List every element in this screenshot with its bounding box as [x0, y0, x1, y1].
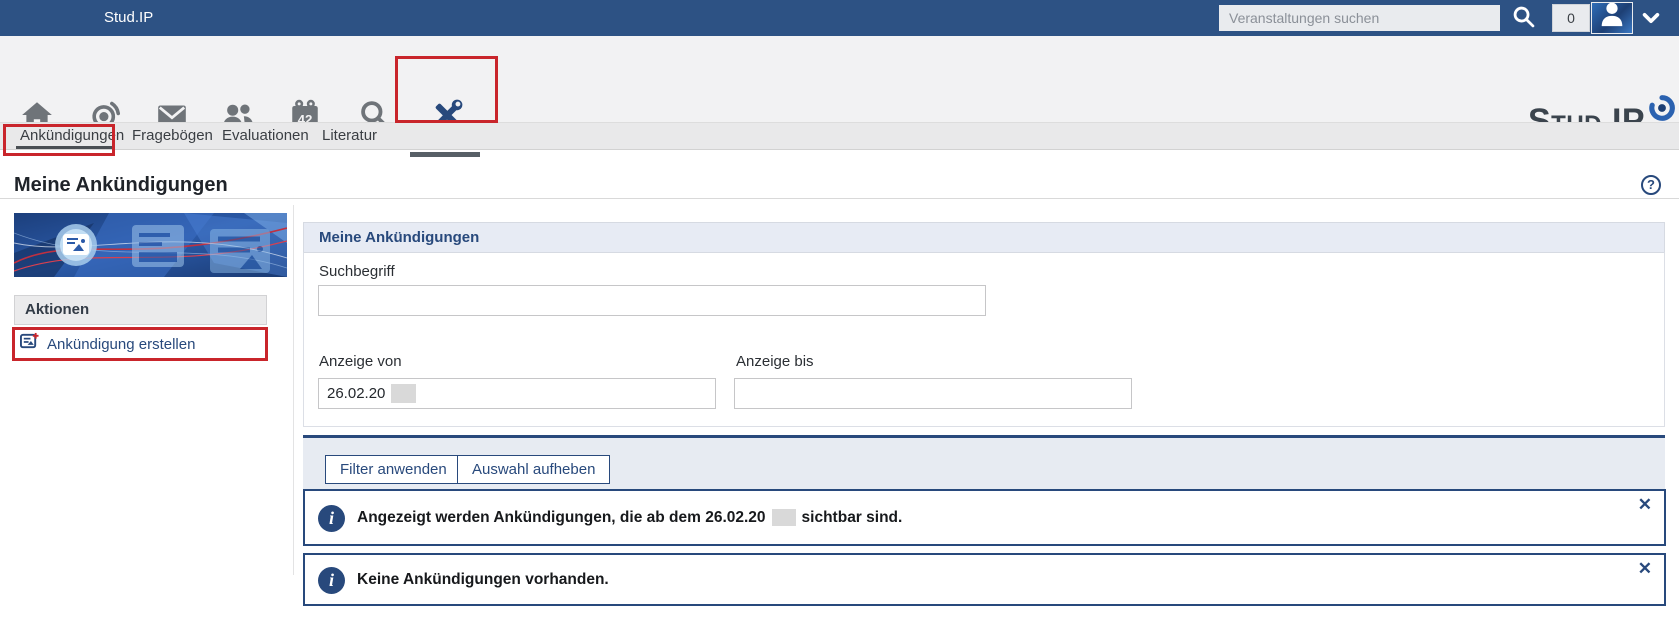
notification-count-badge[interactable]: 0 — [1552, 4, 1590, 32]
filter-box-footer: Filter anwenden Auswahl aufheben — [303, 438, 1665, 496]
course-search-input[interactable] — [1219, 5, 1500, 31]
message-text-suffix: sichtbar sind. — [802, 509, 903, 527]
filter-box: Meine Ankündigungen Suchbegriff Anzeige … — [303, 222, 1665, 496]
tab-active-indicator — [16, 146, 113, 149]
filter-box-title: Meine Ankündigungen — [303, 222, 1665, 252]
sidebar-actions-header: Aktionen — [14, 295, 267, 325]
redaction-overlay — [391, 384, 416, 403]
search-submit-button[interactable] — [1504, 4, 1544, 32]
chevron-down-icon[interactable] — [1640, 8, 1662, 28]
display-until-label: Anzeige bis — [736, 353, 814, 370]
search-term-label: Suchbegriff — [319, 263, 395, 280]
display-from-input[interactable] — [318, 378, 716, 409]
display-from-field — [318, 378, 716, 409]
redaction-overlay — [772, 509, 796, 526]
sidebar-banner-image — [14, 213, 287, 277]
user-icon — [1596, 2, 1628, 33]
empty-message-text: Keine Ankündigungen vorhanden. — [357, 571, 609, 589]
search-term-input[interactable] — [318, 285, 986, 316]
close-icon[interactable]: ✕ — [1638, 495, 1652, 515]
page-title: Meine Ankündigungen — [14, 174, 228, 197]
sidebar-divider — [293, 205, 294, 575]
search-icon — [1511, 18, 1537, 33]
title-divider — [0, 198, 1679, 199]
tab-evaluationen[interactable]: Evaluationen — [222, 122, 309, 150]
filter-box-body: Suchbegriff Anzeige von Anzeige bis — [303, 252, 1665, 427]
main-navigation: 42 Tools Stud.IP — [0, 36, 1679, 122]
info-message-visible-from: i Angezeigt werden Ankündigungen, die ab… — [303, 489, 1666, 546]
display-until-input[interactable] — [734, 378, 1132, 409]
reset-filter-button[interactable]: Auswahl aufheben — [457, 455, 610, 484]
info-icon: i — [318, 505, 345, 532]
tab-literatur[interactable]: Literatur — [322, 122, 377, 150]
display-from-label: Anzeige von — [319, 353, 402, 370]
close-icon[interactable]: ✕ — [1638, 559, 1652, 579]
help-icon[interactable]: ? — [1641, 175, 1661, 195]
create-announcement-label: Ankündigung erstellen — [47, 336, 195, 353]
brand-title: Stud.IP — [104, 0, 153, 36]
tab-frageboegen[interactable]: Fragebögen — [132, 122, 213, 150]
top-bar: Stud.IP 0 — [0, 0, 1679, 36]
apply-filter-button[interactable]: Filter anwenden — [325, 455, 462, 484]
create-announcement-link[interactable]: Ankündigung erstellen — [20, 331, 195, 357]
message-text-prefix: Angezeigt werden Ankündigungen, die ab d… — [357, 509, 766, 527]
info-icon: i — [318, 567, 345, 594]
tools-active-indicator — [410, 152, 480, 157]
avatar[interactable] — [1591, 2, 1633, 34]
announcement-add-icon — [20, 332, 39, 356]
info-message-empty: i Keine Ankündigungen vorhanden. ✕ — [303, 553, 1666, 606]
